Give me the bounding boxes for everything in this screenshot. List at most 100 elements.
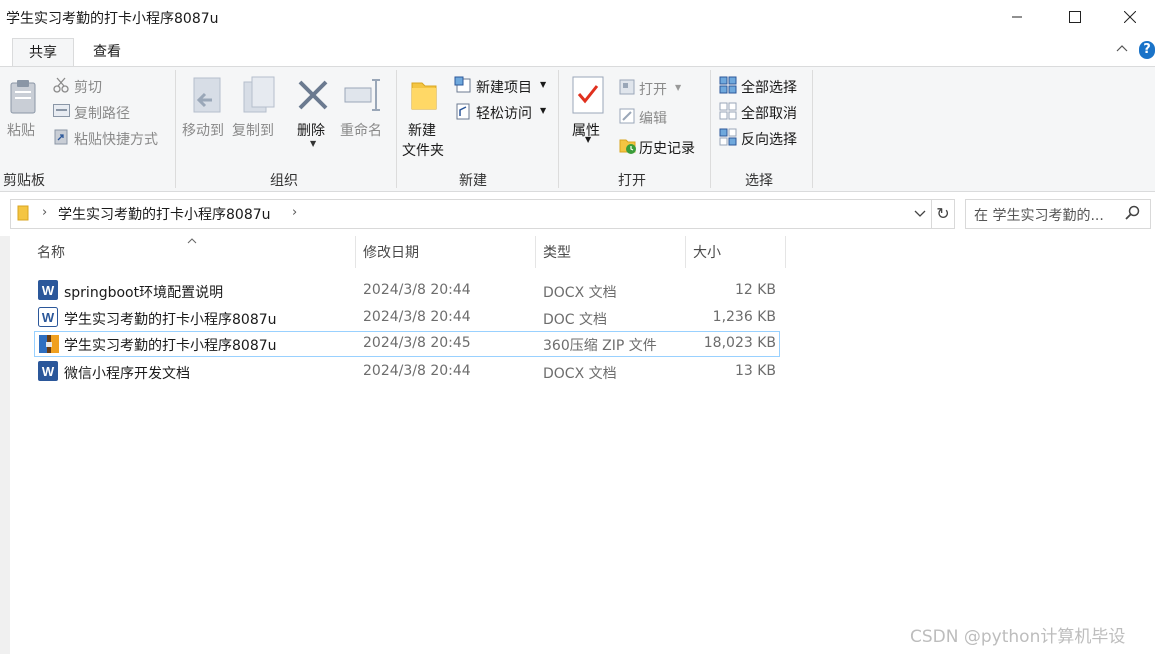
file-type: DOCX 文档: [543, 285, 617, 301]
chevron-down-icon[interactable]: [914, 207, 926, 223]
open-icon: [619, 79, 635, 99]
group-divider: [396, 70, 397, 188]
select-none-icon: [719, 102, 737, 124]
sort-ascending-icon: [187, 232, 197, 248]
file-type: 360压缩 ZIP 文件: [543, 338, 657, 354]
rename-icon: [344, 78, 382, 116]
help-icon[interactable]: ?: [1139, 41, 1155, 59]
svg-text:W: W: [42, 364, 55, 379]
paste-shortcut-button[interactable]: 粘贴快捷方式: [74, 129, 158, 149]
maximize-button[interactable]: [1046, 0, 1104, 34]
history-button[interactable]: 历史记录: [639, 138, 695, 158]
close-icon: [1123, 11, 1136, 23]
copy-path-icon: [53, 104, 70, 121]
file-date: 2024/3/8 20:44: [363, 309, 471, 325]
edit-icon: [619, 108, 635, 128]
window-title: 学生实习考勤的打卡小程序8087u: [6, 11, 219, 27]
search-icon[interactable]: [1125, 205, 1141, 225]
cut-button[interactable]: 剪切: [74, 77, 102, 97]
organize-group-label: 组织: [270, 173, 298, 189]
group-divider: [812, 70, 813, 188]
file-name: 学生实习考勤的打卡小程序8087u: [64, 338, 277, 354]
list-item[interactable]: W springboot环境配置说明 2024/3/8 20:44 DOCX 文…: [34, 278, 780, 304]
column-divider[interactable]: [535, 236, 536, 268]
file-size: 18,023 KB: [703, 335, 776, 351]
file-size: 1,236 KB: [712, 309, 776, 325]
navigation-pane-edge[interactable]: [0, 236, 10, 654]
refresh-icon: ↻: [936, 204, 950, 223]
open-dropdown-icon[interactable]: ▼: [675, 83, 681, 92]
column-header-name[interactable]: 名称: [37, 238, 65, 268]
list-item[interactable]: W 微信小程序开发文档 2024/3/8 20:44 DOCX 文档 13 KB: [34, 359, 780, 385]
new-folder-label-1[interactable]: 新建: [408, 120, 436, 140]
chevron-right-icon[interactable]: ›: [292, 205, 297, 220]
chevron-right-icon[interactable]: ›: [42, 205, 47, 220]
file-date: 2024/3/8 20:45: [363, 335, 471, 351]
new-item-button[interactable]: 新建项目: [476, 77, 532, 97]
open-group-label: 打开: [618, 173, 646, 189]
copy-to-button[interactable]: 复制到: [232, 120, 274, 140]
edit-button[interactable]: 编辑: [639, 108, 667, 128]
delete-button[interactable]: 删除: [297, 120, 325, 140]
move-to-icon: [190, 76, 224, 120]
minimize-button[interactable]: [988, 0, 1046, 34]
file-size: 13 KB: [734, 363, 776, 379]
clipboard-group-label: 剪贴板: [3, 173, 45, 189]
delete-dropdown-icon[interactable]: ▼: [310, 139, 316, 148]
zip-icon: [39, 335, 59, 353]
easy-access-icon: [454, 102, 472, 124]
new-item-icon: [454, 76, 472, 98]
column-header-date[interactable]: 修改日期: [363, 238, 419, 268]
list-item[interactable]: 学生实习考勤的打卡小程序8087u 2024/3/8 20:45 360压缩 Z…: [34, 331, 780, 357]
close-button[interactable]: [1104, 0, 1155, 34]
select-group-label: 选择: [745, 173, 773, 189]
file-type: DOCX 文档: [543, 366, 617, 382]
refresh-button[interactable]: ↻: [931, 199, 955, 229]
word-icon: W: [38, 361, 58, 381]
list-item[interactable]: W 学生实习考勤的打卡小程序8087u 2024/3/8 20:44 DOC 文…: [34, 305, 780, 331]
tab-share[interactable]: 共享: [12, 38, 74, 67]
column-divider[interactable]: [685, 236, 686, 268]
minimize-icon: [1012, 16, 1022, 18]
column-divider[interactable]: [355, 236, 356, 268]
delete-icon: [297, 79, 329, 115]
search-input[interactable]: 在 学生实习考勤的...: [974, 205, 1104, 225]
file-name: springboot环境配置说明: [64, 285, 224, 301]
group-divider: [710, 70, 711, 188]
breadcrumb[interactable]: 学生实习考勤的打卡小程序8087u: [58, 204, 271, 224]
new-group-label: 新建: [459, 173, 487, 189]
copy-to-icon: [242, 76, 276, 120]
easy-access-dropdown-icon[interactable]: ▼: [540, 106, 546, 115]
select-all-button[interactable]: 全部选择: [741, 77, 797, 97]
group-divider: [558, 70, 559, 188]
new-folder-label-2[interactable]: 文件夹: [402, 140, 444, 160]
new-folder-icon: [410, 77, 438, 115]
rename-button[interactable]: 重命名: [340, 120, 382, 140]
invert-selection-button[interactable]: 反向选择: [741, 129, 797, 149]
maximize-icon: [1069, 11, 1081, 23]
properties-dropdown-icon[interactable]: ▼: [585, 135, 591, 144]
copy-path-button[interactable]: 复制路径: [74, 103, 130, 123]
easy-access-button[interactable]: 轻松访问: [476, 103, 532, 123]
column-divider[interactable]: [785, 236, 786, 268]
select-none-button[interactable]: 全部取消: [741, 103, 797, 123]
svg-text:W: W: [42, 283, 55, 298]
properties-icon: [572, 76, 604, 118]
collapse-ribbon-icon[interactable]: [1116, 42, 1128, 56]
word-icon: W: [38, 307, 58, 327]
paste-button[interactable]: 粘贴: [7, 120, 35, 140]
new-item-dropdown-icon[interactable]: ▼: [540, 80, 546, 89]
open-button[interactable]: 打开: [639, 79, 667, 99]
file-size: 12 KB: [734, 282, 776, 298]
folder-icon: [17, 205, 29, 225]
move-to-button[interactable]: 移动到: [182, 120, 224, 140]
file-name: 学生实习考勤的打卡小程序8087u: [64, 312, 277, 328]
tab-view[interactable]: 查看: [77, 38, 137, 66]
watermark: CSDN @python计算机毕设: [910, 627, 1126, 647]
history-icon: [619, 137, 637, 159]
column-header-size[interactable]: 大小: [693, 238, 721, 268]
group-divider: [175, 70, 176, 188]
column-header-type[interactable]: 类型: [543, 238, 571, 268]
file-type: DOC 文档: [543, 312, 608, 328]
file-date: 2024/3/8 20:44: [363, 282, 471, 298]
